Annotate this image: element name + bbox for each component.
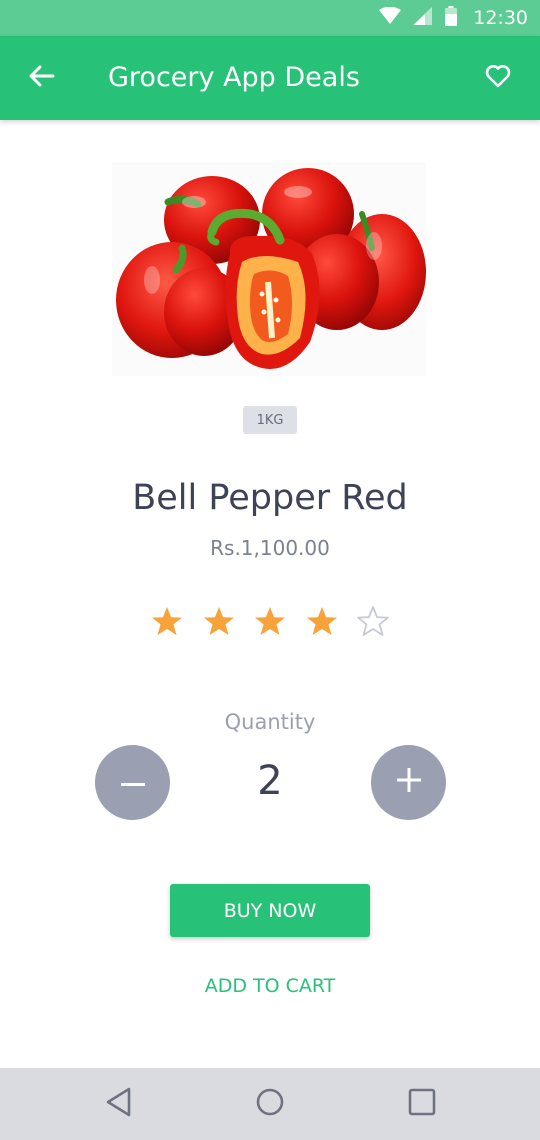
nav-recents-button[interactable]: [400, 1082, 444, 1126]
red-bell-peppers-image: [116, 168, 426, 369]
buy-now-button[interactable]: BUY NOW: [170, 884, 370, 937]
star-filled-icon[interactable]: [150, 605, 184, 639]
battery-icon: [445, 5, 458, 31]
star-filled-icon[interactable]: [253, 605, 287, 639]
quantity-value: 2: [257, 758, 283, 804]
back-button[interactable]: [22, 58, 62, 98]
app-bar: Grocery App Deals: [0, 36, 540, 120]
product-price: Rs.1,100.00: [210, 536, 330, 560]
star-filled-icon[interactable]: [305, 605, 339, 639]
nav-home-button[interactable]: [248, 1082, 292, 1126]
increase-quantity-button[interactable]: [371, 745, 446, 820]
product-name: Bell Pepper Red: [132, 478, 408, 518]
signal-icon: [413, 6, 433, 30]
add-to-cart-button[interactable]: ADD TO CART: [170, 970, 370, 1002]
status-icons: 12:30: [379, 0, 528, 36]
recents-square-icon: [408, 1088, 436, 1121]
status-time: 12:30: [473, 7, 528, 29]
plus-icon: [396, 768, 421, 797]
system-nav-bar: [0, 1068, 540, 1140]
page-title: Grocery App Deals: [108, 62, 360, 93]
status-bar: 12:30: [0, 0, 540, 36]
rating-stars[interactable]: [150, 600, 390, 644]
product-image: [112, 162, 426, 376]
quantity-label: Quantity: [224, 710, 316, 734]
star-empty-icon[interactable]: [356, 605, 390, 639]
home-circle-icon: [256, 1088, 284, 1121]
size-badge: 1KG: [243, 406, 297, 434]
wifi-icon: [379, 6, 402, 30]
favorite-button[interactable]: [478, 58, 518, 98]
back-arrow-icon: [29, 65, 55, 92]
star-filled-icon[interactable]: [202, 605, 236, 639]
heart-icon: [485, 64, 511, 93]
back-triangle-icon: [105, 1087, 133, 1122]
nav-back-button[interactable]: [97, 1082, 141, 1126]
